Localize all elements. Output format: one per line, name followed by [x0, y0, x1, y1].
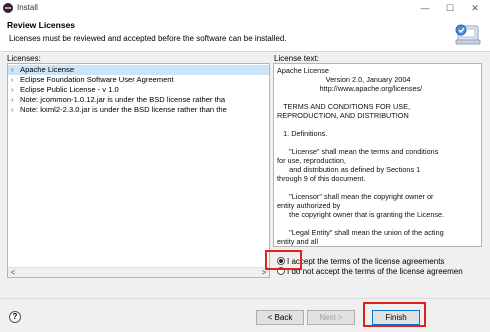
licenses-label: Licenses:	[7, 54, 41, 63]
back-button[interactable]: < Back	[256, 310, 304, 325]
install-wizard-icon	[455, 24, 481, 45]
decline-radio-label: I do not accept the terms of the license…	[287, 267, 463, 276]
title-bar: Install — ☐ ✕	[0, 0, 490, 16]
license-item-label: Apache License	[20, 65, 75, 74]
license-text-label: License text:	[274, 54, 319, 63]
license-text-area[interactable]: Apache License Version 2.0, January 2004…	[273, 63, 482, 247]
chevron-right-icon[interactable]: ›	[11, 75, 20, 85]
license-item-eclipse-foundation[interactable]: › Eclipse Foundation Software User Agreem…	[8, 75, 269, 85]
close-button[interactable]: ✕	[468, 2, 482, 14]
window-title: Install	[17, 3, 38, 12]
license-item-jcommon[interactable]: › Note: jcommon-1.0.12.jar is under the B…	[8, 95, 269, 105]
next-button[interactable]: Next >	[307, 310, 355, 325]
help-button[interactable]: ?	[9, 311, 21, 323]
license-item-label: Eclipse Foundation Software User Agreeme…	[20, 75, 174, 84]
minimize-button[interactable]: —	[418, 2, 432, 14]
page-description: Licenses must be reviewed and accepted b…	[9, 34, 287, 43]
license-item-epl[interactable]: › Eclipse Public License - v 1.0	[8, 85, 269, 95]
chevron-right-icon[interactable]: ›	[11, 85, 20, 95]
decline-radio[interactable]: I do not accept the terms of the license…	[277, 266, 463, 277]
finish-button[interactable]: Finish	[372, 310, 420, 325]
license-item-apache[interactable]: › Apache License	[8, 65, 269, 75]
scroll-left-icon[interactable]: <	[8, 268, 18, 277]
radio-unselected-icon[interactable]	[277, 267, 285, 275]
accept-radio-label: I accept the terms of the license agreem…	[287, 257, 445, 266]
license-item-label: Eclipse Public License - v 1.0	[20, 85, 119, 94]
licenses-tree[interactable]: › Apache License › Eclipse Foundation Soft…	[7, 63, 270, 278]
scroll-right-icon[interactable]: >	[259, 268, 269, 277]
horizontal-scrollbar[interactable]: < >	[8, 267, 269, 277]
chevron-right-icon[interactable]: ›	[11, 105, 20, 115]
license-item-label: Note: jcommon-1.0.12.jar is under the BS…	[20, 95, 226, 104]
wizard-header: Review Licenses Licenses must be reviewe…	[0, 16, 490, 52]
page-title: Review Licenses	[7, 20, 76, 30]
license-item-label: Note: kxml2-2.3.0.jar is under the BSD l…	[20, 105, 227, 114]
eclipse-icon	[3, 3, 13, 13]
license-text-content: Apache License Version 2.0, January 2004…	[277, 66, 445, 246]
license-item-kxml2[interactable]: › Note: kxml2-2.3.0.jar is under the BSD …	[8, 105, 269, 115]
radio-selected-icon[interactable]	[277, 257, 285, 265]
footer-divider	[0, 298, 490, 299]
chevron-right-icon[interactable]: ›	[11, 95, 20, 105]
maximize-button[interactable]: ☐	[443, 2, 457, 14]
chevron-right-icon[interactable]: ›	[11, 65, 20, 75]
